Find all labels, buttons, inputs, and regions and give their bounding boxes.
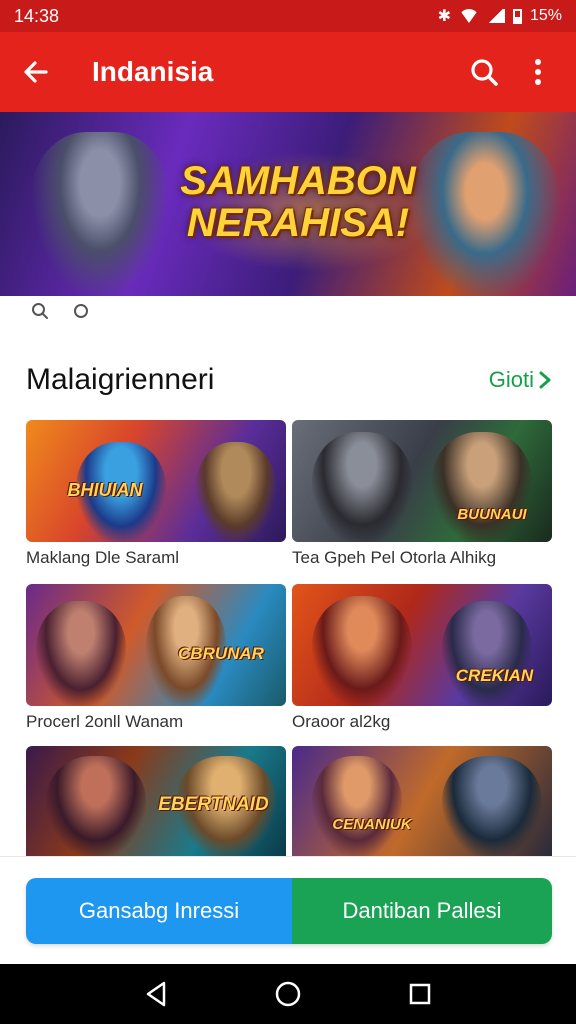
status-icons: ✱ 15% <box>438 6 562 26</box>
nav-home-button[interactable] <box>268 974 308 1014</box>
game-title: Procerl 2onll Wanam <box>26 712 184 731</box>
mini-search-icon[interactable] <box>30 301 50 321</box>
game-card[interactable]: CREKIAN Oraoor al2kg <box>292 584 552 732</box>
status-time: 14:38 <box>14 5 60 26</box>
game-card[interactable]: CBRUNAR Procerl 2onll Wanam <box>26 584 286 732</box>
bluetooth-icon: ✱ <box>437 8 451 25</box>
game-title: Maklang Dle Saraml <box>26 548 180 567</box>
game-title: Oraoor al2kg <box>292 712 391 731</box>
hero-figure <box>46 756 146 856</box>
search-button[interactable] <box>466 54 502 90</box>
section-header: Malaigrienneri Gioti <box>26 352 552 408</box>
game-art-title: BHIUIAN <box>67 480 143 500</box>
game-thumbnail: CREKIAN <box>292 584 552 706</box>
circle-home-icon <box>275 981 301 1007</box>
game-title: Tea Gpeh Pel Otorla Alhikg <box>292 548 497 567</box>
back-arrow-icon <box>24 61 48 83</box>
see-all-label: Gioti <box>488 367 534 392</box>
chevron-right-icon <box>539 371 551 389</box>
hero-figure <box>36 601 126 706</box>
game-thumbnail: CBRUNAR <box>26 584 286 706</box>
signal-icon <box>486 9 505 23</box>
primary-action-button[interactable]: Gansabg Inressi <box>26 878 292 944</box>
hero-figure <box>312 596 412 706</box>
back-button[interactable] <box>20 56 52 88</box>
banner-hero-right-art <box>410 132 560 296</box>
banner-hero-left-art <box>30 132 170 296</box>
banner-headline-line1: SAMHABON <box>180 159 416 203</box>
more-options-button[interactable] <box>520 54 556 90</box>
promo-banner[interactable]: SAMHABON NERAHISA! <box>0 112 576 296</box>
status-bar: 14:38 ✱ 15% <box>0 0 576 32</box>
game-art-title: CENANIUK <box>332 816 412 833</box>
magnifier-icon <box>32 303 48 319</box>
game-thumbnail: EBERTNAID <box>26 746 286 856</box>
indicator-row <box>0 296 576 326</box>
more-vertical-icon <box>535 59 541 85</box>
circle-indicator-icon[interactable] <box>74 304 88 318</box>
game-thumbnail: BHIUIAN <box>26 420 286 542</box>
hero-figure <box>196 442 276 542</box>
page-title: Indanisia <box>92 56 214 87</box>
square-recents-icon <box>409 983 431 1005</box>
hero-figure <box>442 756 542 856</box>
section-title: Malaigrienneri <box>26 363 215 396</box>
battery-icon <box>512 8 522 24</box>
system-navigation-bar <box>0 964 576 1024</box>
app-bar: Indanisia <box>0 32 576 112</box>
secondary-action-button[interactable]: Dantiban Pallesi <box>292 878 552 944</box>
banner-headline-line2: NERAHISA! <box>186 201 410 245</box>
game-card[interactable]: BHIUIAN Maklang Dle Saraml <box>26 420 286 568</box>
hero-figure <box>432 432 532 542</box>
game-art-title: EBERTNAID <box>158 794 269 815</box>
see-all-link[interactable]: Gioti <box>489 367 552 393</box>
game-art-title: CBRUNAR <box>178 644 264 663</box>
hero-figure <box>312 432 412 542</box>
game-art-title: CREKIAN <box>455 666 534 685</box>
action-button-group: Gansabg Inressi Dantiban Pallesi <box>26 878 552 944</box>
game-card[interactable]: BUUNAUI Tea Gpeh Pel Otorla Alhikg <box>292 420 552 568</box>
game-art-title: BUUNAUI <box>457 506 527 523</box>
game-thumbnail: CENANIUK <box>292 746 552 856</box>
nav-back-button[interactable] <box>136 974 176 1014</box>
banner-headline: SAMHABON NERAHISA! <box>168 160 428 244</box>
nav-recents-button[interactable] <box>400 974 440 1014</box>
search-icon <box>471 59 498 86</box>
game-card[interactable]: EBERTNAID <box>26 746 286 856</box>
hero-figure <box>312 756 402 856</box>
wifi-icon <box>458 9 479 23</box>
hero-figure <box>442 601 532 706</box>
game-card[interactable]: CENANIUK <box>292 746 552 856</box>
battery-level: 15% <box>529 7 562 24</box>
triangle-back-icon <box>146 981 166 1007</box>
game-thumbnail: BUUNAUI <box>292 420 552 542</box>
